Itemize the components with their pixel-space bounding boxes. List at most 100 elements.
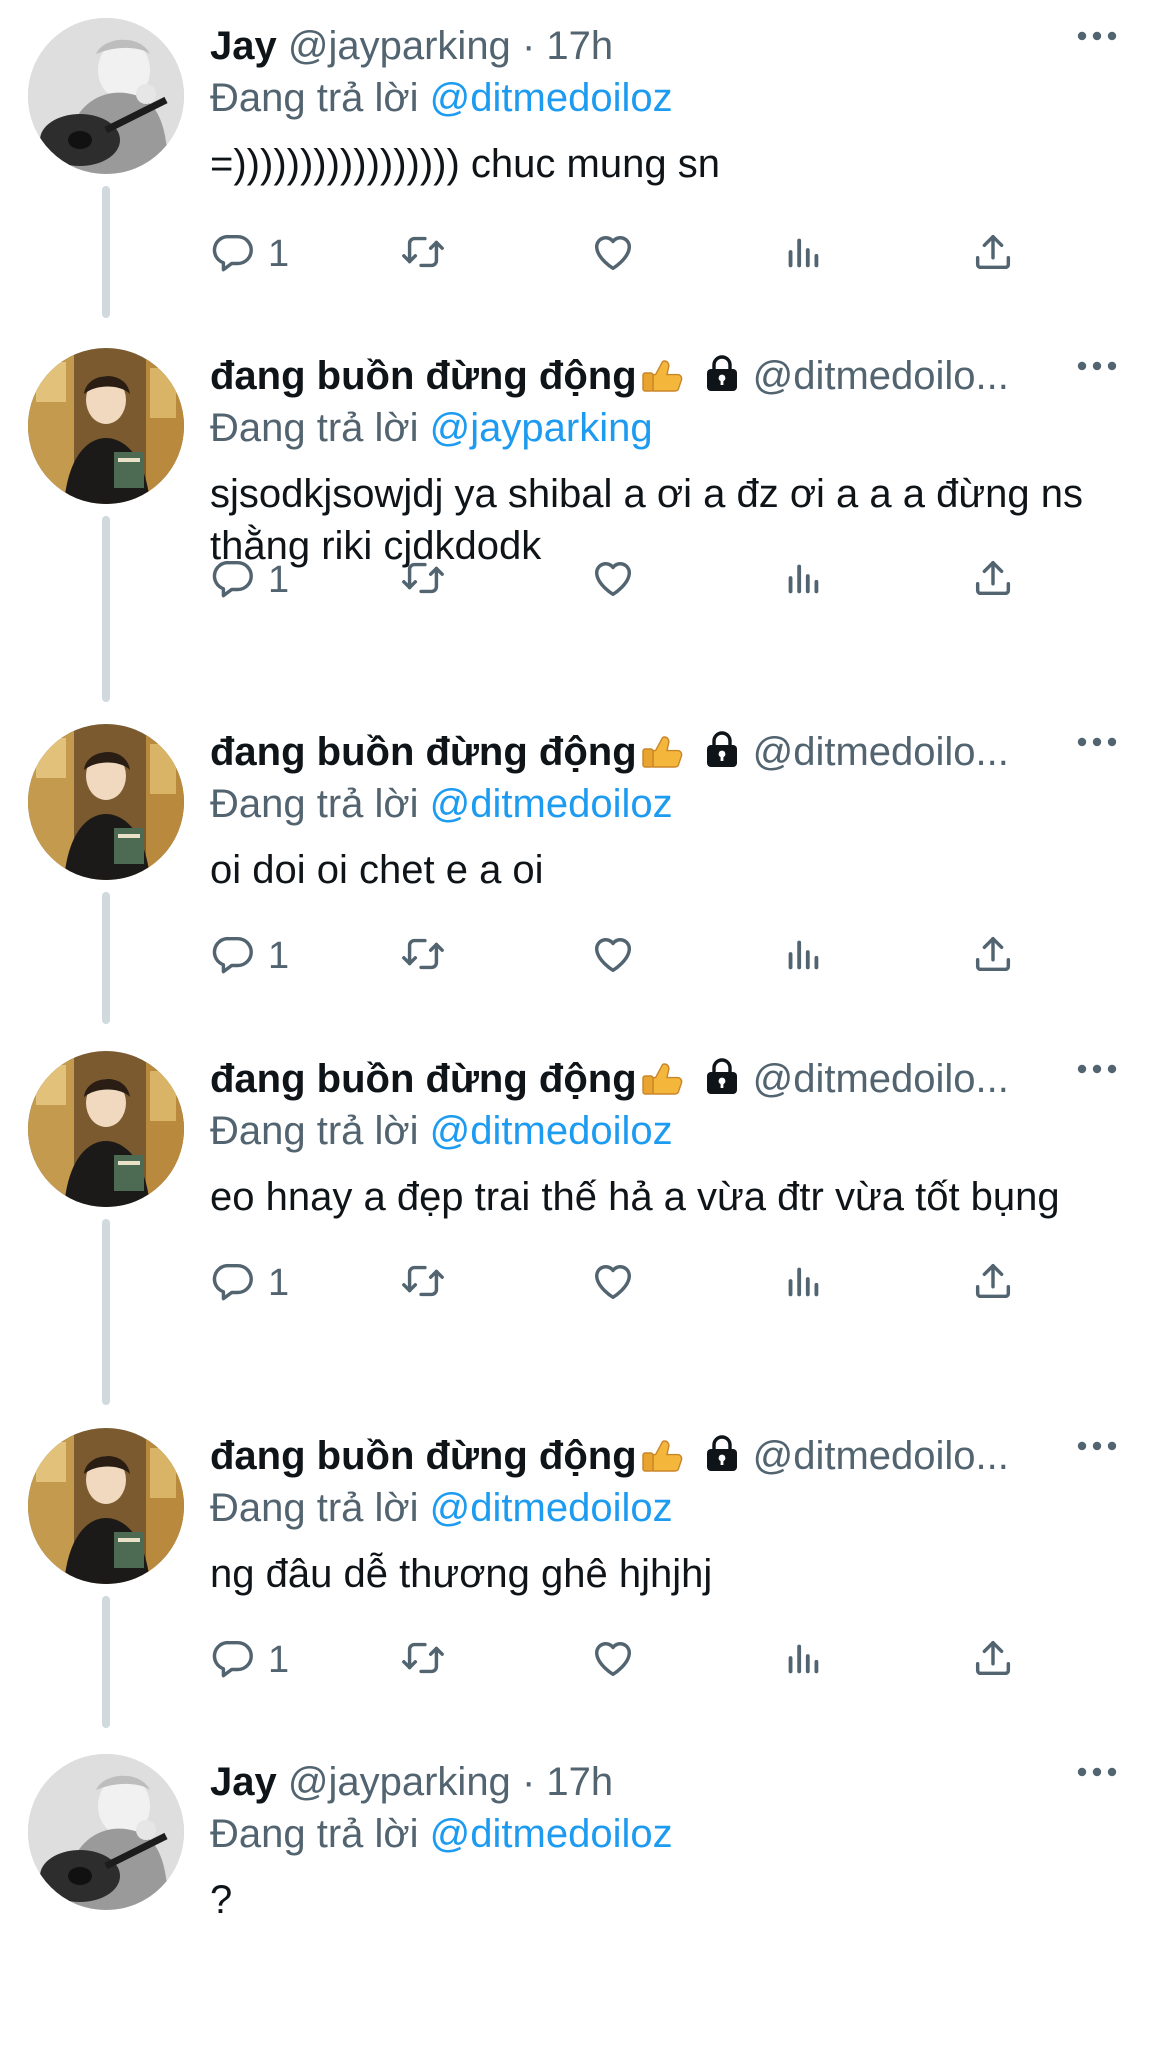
reply-count: 1 bbox=[268, 1638, 290, 1681]
tweet-header: Jay @jayparking · 17h bbox=[210, 18, 1110, 74]
tweet[interactable]: đang buồn đừng động @ditmedoilo... Đang tr… bbox=[0, 330, 1167, 702]
like-icon bbox=[590, 229, 636, 280]
user-handle[interactable]: @jayparking bbox=[288, 24, 511, 68]
display-name[interactable]: đang buồn đừng động bbox=[210, 1057, 637, 1101]
avatar[interactable] bbox=[28, 724, 184, 880]
replying-to-label: Đang trả lời bbox=[210, 76, 419, 120]
stats-button[interactable] bbox=[780, 1255, 826, 1311]
thread-connector-line bbox=[102, 892, 110, 1024]
retweet-icon bbox=[400, 1258, 446, 1309]
tweet-actions: 1 bbox=[210, 1632, 1040, 1688]
retweet-button[interactable] bbox=[400, 226, 446, 282]
display-name[interactable]: đang buồn đừng động bbox=[210, 354, 637, 398]
mention-link[interactable]: @ditmedoiloz bbox=[430, 76, 673, 120]
more-options-icon[interactable] bbox=[1075, 1762, 1119, 1782]
avatar[interactable] bbox=[28, 1754, 184, 1910]
display-name[interactable]: Jay bbox=[210, 1760, 277, 1804]
retweet-button[interactable] bbox=[400, 552, 446, 608]
reply-button[interactable]: 1 bbox=[210, 1632, 289, 1688]
tweet[interactable]: đang buồn đừng động @ditmedoilo... Đang tr… bbox=[0, 706, 1167, 1026]
tweet-text: =))))))))))))))))) chuc mung sn bbox=[210, 142, 720, 186]
replying-to-label: Đang trả lời bbox=[210, 1486, 419, 1530]
like-icon bbox=[590, 555, 636, 606]
replying-to: Đang trả lời @ditmedoiloz bbox=[210, 72, 673, 124]
display-name[interactable]: đang buồn đừng động bbox=[210, 730, 637, 774]
display-name[interactable]: Jay bbox=[210, 24, 277, 68]
avatar[interactable] bbox=[28, 1428, 184, 1584]
mention-link[interactable]: @ditmedoiloz bbox=[430, 1486, 673, 1530]
share-button[interactable] bbox=[970, 1255, 1016, 1311]
tweet[interactable]: đang buồn đừng động @ditmedoilo... Đang tr… bbox=[0, 1033, 1167, 1405]
tweet[interactable]: đang buồn đừng động @ditmedoilo... Đang tr… bbox=[0, 1410, 1167, 1730]
share-button[interactable] bbox=[970, 928, 1016, 984]
tweet[interactable]: Jay @jayparking · 17h Đang trả lời @ditme… bbox=[0, 0, 1167, 320]
replying-to: Đang trả lời @jayparking bbox=[210, 402, 653, 454]
like-button[interactable] bbox=[590, 226, 636, 282]
user-handle[interactable]: @jayparking bbox=[288, 1760, 511, 1804]
reply-button[interactable]: 1 bbox=[210, 226, 289, 282]
share-button[interactable] bbox=[970, 552, 1016, 608]
lock-icon bbox=[705, 1432, 739, 1472]
like-button[interactable] bbox=[590, 1255, 636, 1311]
tweet-text: oi doi oi chet e a oi bbox=[210, 848, 544, 892]
replying-to-label: Đang trả lời bbox=[210, 406, 419, 450]
reply-icon bbox=[210, 931, 256, 982]
timestamp[interactable]: · 17h bbox=[522, 24, 613, 68]
user-handle[interactable]: @ditmedoilo... bbox=[753, 1434, 1009, 1478]
tweet-actions: 1 bbox=[210, 552, 1040, 608]
tweet[interactable]: Jay @jayparking · 17h Đang trả lời @ditme… bbox=[0, 1736, 1167, 2056]
mention-link[interactable]: @jayparking bbox=[430, 406, 653, 450]
avatar[interactable] bbox=[28, 1051, 184, 1207]
stats-icon bbox=[780, 931, 826, 982]
like-icon bbox=[590, 1635, 636, 1686]
more-options-icon[interactable] bbox=[1075, 732, 1119, 752]
reply-icon bbox=[210, 229, 256, 280]
retweet-icon bbox=[400, 931, 446, 982]
share-button[interactable] bbox=[970, 1632, 1016, 1688]
thread-connector-line bbox=[102, 516, 110, 702]
thumbs-up-emoji-icon bbox=[639, 1431, 683, 1475]
reply-button[interactable]: 1 bbox=[210, 552, 289, 608]
mention-link[interactable]: @ditmedoiloz bbox=[430, 1109, 673, 1153]
reply-button[interactable]: 1 bbox=[210, 928, 289, 984]
user-handle[interactable]: @ditmedoilo... bbox=[753, 354, 1009, 398]
stats-button[interactable] bbox=[780, 226, 826, 282]
thread-connector-line bbox=[102, 186, 110, 318]
avatar[interactable] bbox=[28, 348, 184, 504]
user-handle[interactable]: @ditmedoilo... bbox=[753, 730, 1009, 774]
share-icon bbox=[970, 229, 1016, 280]
retweet-button[interactable] bbox=[400, 928, 446, 984]
more-options-icon[interactable] bbox=[1075, 26, 1119, 46]
replying-to: Đang trả lời @ditmedoiloz bbox=[210, 778, 673, 830]
share-icon bbox=[970, 555, 1016, 606]
more-options-icon[interactable] bbox=[1075, 1436, 1119, 1456]
reply-button[interactable]: 1 bbox=[210, 1255, 289, 1311]
like-icon bbox=[590, 1258, 636, 1309]
stats-button[interactable] bbox=[780, 928, 826, 984]
share-icon bbox=[970, 1635, 1016, 1686]
mention-link[interactable]: @ditmedoiloz bbox=[430, 782, 673, 826]
timestamp[interactable]: · 17h bbox=[522, 1760, 613, 1804]
tweet-header: Jay @jayparking · 17h bbox=[210, 1754, 1110, 1810]
mention-link[interactable]: @ditmedoiloz bbox=[430, 1812, 673, 1856]
retweet-button[interactable] bbox=[400, 1255, 446, 1311]
more-options-icon[interactable] bbox=[1075, 1059, 1119, 1079]
thread-connector-line bbox=[102, 1596, 110, 1728]
more-options-icon[interactable] bbox=[1075, 356, 1119, 376]
replying-to: Đang trả lời @ditmedoiloz bbox=[210, 1808, 673, 1860]
stats-button[interactable] bbox=[780, 552, 826, 608]
like-button[interactable] bbox=[590, 1632, 636, 1688]
tweet-actions: 1 bbox=[210, 1255, 1040, 1311]
reply-icon bbox=[210, 1635, 256, 1686]
share-button[interactable] bbox=[970, 226, 1016, 282]
display-name[interactable]: đang buồn đừng động bbox=[210, 1434, 637, 1478]
stats-button[interactable] bbox=[780, 1632, 826, 1688]
user-handle[interactable]: @ditmedoilo... bbox=[753, 1057, 1009, 1101]
avatar[interactable] bbox=[28, 18, 184, 174]
tweet-header: đang buồn đừng động @ditmedoilo... bbox=[210, 724, 1110, 780]
retweet-button[interactable] bbox=[400, 1632, 446, 1688]
stats-icon bbox=[780, 229, 826, 280]
like-button[interactable] bbox=[590, 928, 636, 984]
retweet-icon bbox=[400, 555, 446, 606]
like-button[interactable] bbox=[590, 552, 636, 608]
